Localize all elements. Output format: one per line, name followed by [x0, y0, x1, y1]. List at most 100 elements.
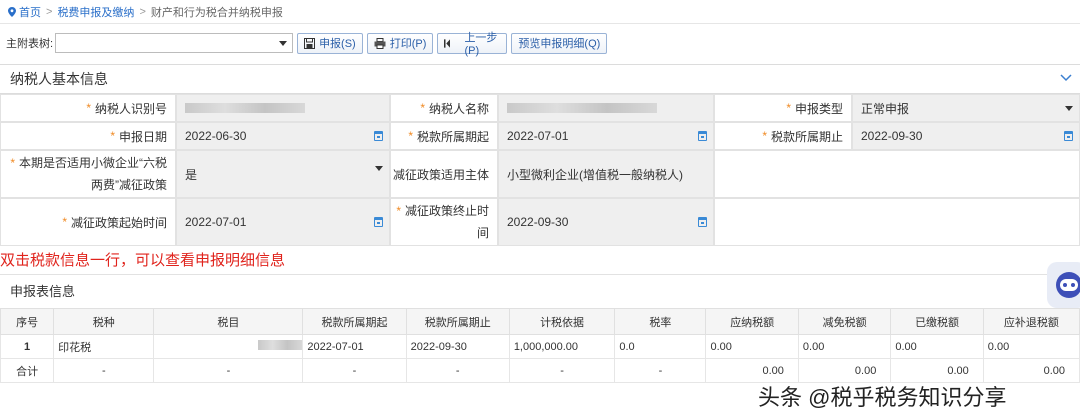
period-end-input[interactable]: 2022-09-30: [852, 122, 1080, 150]
toolbar: 主附表树: 申报(S) 打印(P) 上一步(P) 预览申报明细(Q): [0, 30, 1080, 57]
page: 首页 > 税费申报及缴纳 > 财产和行为税合并纳税申报 主附表树: 申报(S) …: [0, 0, 1080, 420]
empty-cell: [714, 150, 1080, 198]
row-relief: 0.00: [797, 334, 892, 359]
preview-detail-button[interactable]: 预览申报明细(Q): [511, 32, 608, 54]
prev-step-button-label: 上一步(P): [464, 32, 498, 57]
chevron-down-icon: [375, 166, 383, 171]
print-button-label: 打印(P): [389, 38, 427, 50]
taxpayer-id-value: [176, 94, 390, 122]
row-rate: 0.0: [614, 334, 707, 359]
total-dash: -: [508, 358, 616, 383]
prev-icon: [444, 38, 451, 48]
column-header: 税目: [153, 308, 304, 335]
table-tree-select[interactable]: [55, 33, 294, 53]
column-header: 税率: [614, 308, 707, 335]
total-dash: -: [302, 358, 407, 383]
total-dash: -: [53, 358, 155, 383]
print-button[interactable]: 打印(P): [366, 32, 434, 54]
column-header: 税款所属期起: [302, 308, 407, 335]
watermark: 头条 @税乎税务知识分享: [758, 385, 1007, 410]
column-header: 计税依据: [508, 308, 616, 335]
period-start-input[interactable]: 2022-07-01: [498, 122, 714, 150]
row-payable: 0.00: [705, 334, 799, 359]
calendar-icon[interactable]: [374, 131, 383, 141]
total-dash: -: [153, 358, 304, 383]
taxpayer-id-label: * 纳税人识别号: [0, 94, 176, 122]
prev-step-button[interactable]: 上一步(P): [437, 32, 508, 57]
decl-date-label: * 申报日期: [0, 122, 176, 150]
double-click-hint: 双击税款信息一行，可以查看申报明细信息: [0, 252, 286, 269]
total-label: 合计: [0, 358, 55, 383]
decl-type-label: * 申报类型: [714, 94, 852, 122]
row-period-end: 2022-09-30: [405, 334, 510, 359]
redacted-value: [185, 103, 305, 113]
section-title: 纳税人基本信息: [10, 71, 108, 87]
small-micro-policy-label: * 本期是否适用小微企业“六税 两费”减征政策: [0, 150, 176, 198]
assistant-robot-icon[interactable]: [1047, 262, 1080, 308]
robot-face-icon: [1056, 272, 1080, 298]
total-row: 合计 - - - - - - 0.00 0.00 0.00 0.00: [0, 358, 1080, 383]
period-start-label: * 税款所属期起: [390, 122, 498, 150]
reduce-end-label: * 减征政策终止时 间: [390, 198, 498, 246]
reduce-start-input[interactable]: 2022-07-01: [176, 198, 390, 246]
reduce-subject-label: 减征政策适用主体: [390, 150, 498, 198]
breadcrumb-tax-declaration[interactable]: 税费申报及缴纳: [57, 4, 134, 20]
preview-detail-button-label: 预览申报明细(Q): [518, 38, 601, 50]
decl-type-select[interactable]: 正常申报: [852, 94, 1080, 122]
chevron-down-icon: [279, 41, 288, 46]
location-pin-icon: [8, 6, 16, 17]
taxpayer-info-header[interactable]: 纳税人基本信息: [0, 64, 1080, 94]
row-period-start: 2022-07-01: [302, 334, 407, 359]
decl-date-input[interactable]: 2022-06-30: [176, 122, 390, 150]
breadcrumb-separator: >: [139, 5, 146, 18]
table-row[interactable]: 1 印花税 2022-07-01 2022-09-30 1,000,000.00…: [0, 334, 1080, 359]
calendar-icon[interactable]: [698, 131, 707, 141]
taxpayer-name-value: [498, 94, 714, 122]
row-tax-type: 印花税: [53, 334, 155, 359]
small-micro-policy-select[interactable]: 是: [176, 150, 390, 198]
declare-button-label: 申报(S): [319, 38, 356, 50]
row-basis: 1,000,000.00: [508, 334, 616, 359]
chevron-down-icon: [1065, 106, 1073, 111]
total-dash: -: [614, 358, 707, 383]
reduce-end-input[interactable]: 2022-09-30: [498, 198, 714, 246]
column-header: 减免税额: [797, 308, 892, 335]
column-header: 应纳税额: [705, 308, 799, 335]
declaration-table: 序号 税种 税目 税款所属期起 税款所属期止 计税依据 税率 应纳税额 减免税额…: [0, 308, 1080, 383]
declare-button[interactable]: 申报(S): [297, 32, 363, 54]
print-icon: [374, 37, 386, 49]
total-dash: -: [405, 358, 510, 383]
row-no: 1: [0, 334, 55, 359]
breadcrumb-current: 财产和行为税合并纳税申报: [150, 6, 283, 19]
breadcrumb: 首页 > 税费申报及缴纳 > 财产和行为税合并纳税申报: [0, 0, 1080, 24]
calendar-icon[interactable]: [698, 217, 707, 227]
table-header-row: 序号 税种 税目 税款所属期起 税款所属期止 计税依据 税率 应纳税额 减免税额…: [0, 308, 1080, 335]
save-icon: [304, 37, 316, 49]
total-relief: 0.00: [797, 358, 892, 383]
total-payable: 0.00: [705, 358, 799, 383]
redacted-value: [507, 103, 657, 113]
column-header: 序号: [0, 308, 55, 335]
total-refund: 0.00: [982, 358, 1080, 383]
calendar-icon[interactable]: [1064, 131, 1073, 141]
row-tax-item: [153, 334, 304, 359]
empty-cell: [714, 198, 1080, 246]
redacted-value: [258, 340, 303, 350]
column-header: 已缴税额: [890, 308, 984, 335]
column-header: 税款所属期止: [405, 308, 510, 335]
declaration-info-header: 申报表信息: [0, 274, 1080, 306]
column-header: 税种: [53, 308, 155, 335]
row-paid: 0.00: [890, 334, 984, 359]
calendar-icon[interactable]: [374, 217, 383, 227]
row-refund: 0.00: [982, 334, 1080, 359]
taxpayer-name-label: * 纳税人名称: [390, 94, 498, 122]
chevron-down-icon[interactable]: [1060, 74, 1072, 82]
breadcrumb-home[interactable]: 首页: [19, 4, 41, 20]
reduce-start-label: * 减征政策起始时间: [0, 198, 176, 246]
total-paid: 0.00: [890, 358, 984, 383]
section-title: 申报表信息: [10, 284, 76, 299]
breadcrumb-separator: >: [46, 5, 53, 18]
column-header: 应补退税额: [982, 308, 1080, 335]
table-tree-label: 主附表树:: [6, 38, 54, 50]
period-end-label: * 税款所属期止: [714, 122, 852, 150]
